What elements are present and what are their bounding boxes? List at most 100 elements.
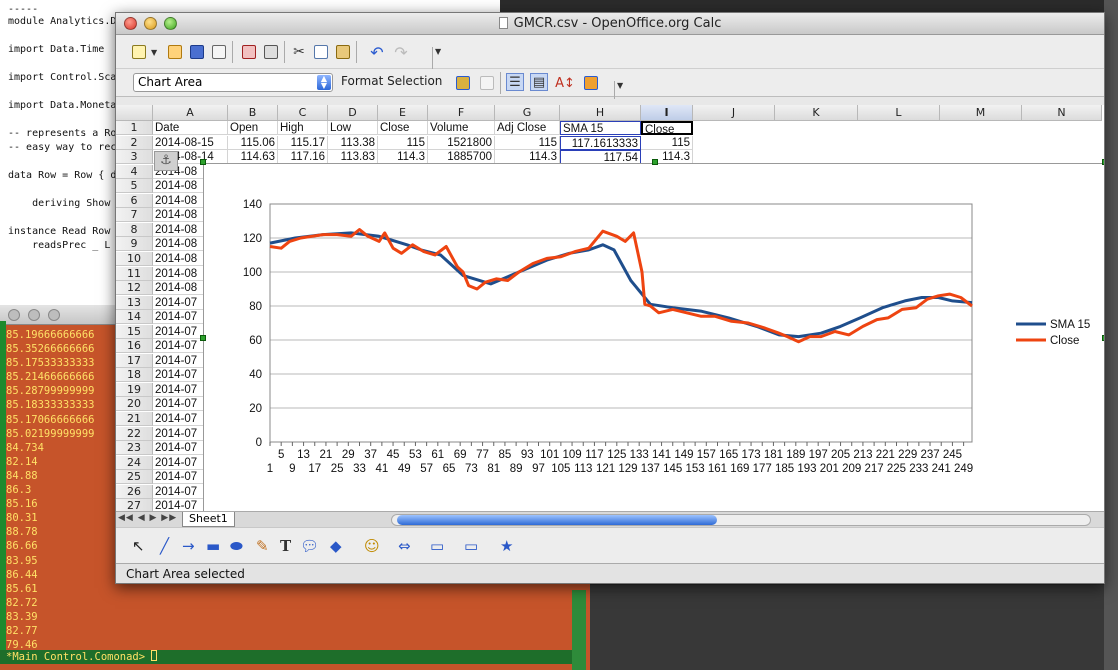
- column-header-i[interactable]: I: [641, 105, 693, 121]
- callout-icon[interactable]: 💬︎: [300, 538, 319, 554]
- row-header[interactable]: 13: [116, 295, 153, 310]
- column-header-m[interactable]: M: [940, 105, 1022, 121]
- terminal-zoom-button[interactable]: [48, 309, 60, 321]
- column-header-f[interactable]: F: [428, 105, 495, 121]
- freeform-icon[interactable]: ✎: [256, 538, 269, 554]
- row-header[interactable]: 21: [116, 412, 153, 426]
- new-dropdown-arrow[interactable]: ▼: [151, 48, 157, 57]
- series-line-sma-15[interactable]: [269, 231, 973, 338]
- row-header[interactable]: 26: [116, 484, 153, 499]
- series-line-close[interactable]: [269, 227, 973, 343]
- column-header-g[interactable]: G: [495, 105, 560, 121]
- column-header-d[interactable]: D: [328, 105, 378, 121]
- row-header[interactable]: 2: [116, 135, 153, 150]
- row-header[interactable]: 25: [116, 470, 153, 485]
- legend-on-off-icon[interactable]: ▤: [530, 73, 548, 91]
- horizontal-scrollbar[interactable]: [391, 514, 1091, 526]
- arrow-line-icon[interactable]: →: [182, 538, 195, 554]
- window-zoom-button[interactable]: [164, 17, 177, 30]
- column-header-e[interactable]: E: [378, 105, 428, 121]
- cell[interactable]: 113.38: [328, 135, 378, 150]
- print-button[interactable]: [262, 43, 280, 61]
- row-header[interactable]: 23: [116, 441, 153, 456]
- cell[interactable]: High: [278, 121, 328, 135]
- stars-icon[interactable]: ★: [500, 538, 513, 554]
- terminal-close-button[interactable]: [8, 309, 20, 321]
- data-table-icon[interactable]: [478, 74, 496, 92]
- toolbar2-overflow-arrow[interactable]: ▼: [614, 81, 623, 99]
- anchor-icon[interactable]: ⚓: [154, 151, 178, 171]
- row-header[interactable]: 16: [116, 339, 153, 354]
- copy-button[interactable]: [312, 43, 330, 61]
- cell[interactable]: 115.17: [278, 135, 328, 150]
- ellipse-icon[interactable]: ⬬: [230, 538, 243, 554]
- cell[interactable]: 115: [641, 135, 693, 150]
- column-header-b[interactable]: B: [228, 105, 278, 121]
- callouts-icon[interactable]: ▭: [464, 538, 478, 554]
- save-button[interactable]: [188, 43, 206, 61]
- cell[interactable]: 1521800: [428, 135, 495, 150]
- row-header[interactable]: 5: [116, 179, 153, 194]
- window-minimize-button[interactable]: [144, 17, 157, 30]
- cell[interactable]: Adj Close: [495, 121, 560, 135]
- flowchart-icon[interactable]: ▭: [430, 538, 444, 554]
- cell[interactable]: Low: [328, 121, 378, 135]
- title-bar[interactable]: GMCR.csv - OpenOffice.org Calc: [116, 13, 1104, 35]
- cell[interactable]: Date: [153, 121, 228, 135]
- paste-button[interactable]: [334, 43, 352, 61]
- column-header-c[interactable]: C: [278, 105, 328, 121]
- row-header[interactable]: 11: [116, 266, 153, 281]
- column-header-l[interactable]: L: [858, 105, 940, 121]
- cell[interactable]: Close: [378, 121, 428, 135]
- row-header[interactable]: 20: [116, 397, 153, 412]
- chart-object[interactable]: 0 20 40 60 80 100 120 140 5 13 21 29 37 45 53 61 69 77 85 9…: [200, 159, 1104, 515]
- cell[interactable]: 115.06: [228, 135, 278, 150]
- column-header-j[interactable]: J: [693, 105, 775, 121]
- row-header[interactable]: 17: [116, 353, 153, 368]
- row-header[interactable]: 15: [116, 324, 153, 339]
- cell[interactable]: Volume: [428, 121, 495, 135]
- rectangle-icon[interactable]: ▬: [206, 538, 220, 554]
- row-header[interactable]: 14: [116, 310, 153, 325]
- automatic-layout-icon[interactable]: [582, 74, 600, 92]
- cell[interactable]: 115: [495, 135, 560, 150]
- column-header-h[interactable]: H: [560, 105, 641, 121]
- row-header[interactable]: 3: [116, 150, 153, 165]
- calc-window[interactable]: GMCR.csv - OpenOffice.org Calc ▼ ✂ ↶ ↷ ▼…: [115, 12, 1105, 584]
- window-close-button[interactable]: [124, 17, 137, 30]
- sheet-navigation-buttons[interactable]: ◀◀ ◀ ▶ ▶▶: [118, 513, 177, 523]
- cell[interactable]: SMA 15: [560, 121, 641, 135]
- sheet-tab-sheet1[interactable]: Sheet1: [182, 512, 235, 527]
- terminal-prompt[interactable]: *Main Control.Comonad>: [0, 650, 580, 664]
- export-pdf-button[interactable]: [240, 43, 258, 61]
- new-document-button[interactable]: [130, 43, 148, 61]
- horizontal-scroll-thumb[interactable]: [397, 515, 717, 525]
- row-header[interactable]: 6: [116, 193, 153, 208]
- spreadsheet-grid[interactable]: A B C D E F G H I J K L M N 1 2 3 4 5 6 7 8 9 10 11 12 13 14 15 16 17 1…: [116, 105, 1104, 515]
- cell[interactable]: Open: [228, 121, 278, 135]
- cell[interactable]: 2014-08-15: [153, 135, 228, 150]
- cell[interactable]: 117.1613333: [560, 135, 641, 150]
- column-header-n[interactable]: N: [1022, 105, 1102, 121]
- symbol-shapes-icon[interactable]: ☺: [364, 538, 380, 554]
- text-tool-icon[interactable]: T: [280, 538, 291, 554]
- scale-text-icon[interactable]: A↕: [555, 74, 575, 92]
- basic-shapes-icon[interactable]: ◆: [330, 538, 342, 554]
- row-header[interactable]: 24: [116, 455, 153, 470]
- row-header[interactable]: 18: [116, 368, 153, 383]
- cell[interactable]: Close: [641, 121, 693, 135]
- select-all-corner[interactable]: [116, 105, 153, 121]
- row-header[interactable]: 22: [116, 426, 153, 441]
- row-header[interactable]: 7: [116, 208, 153, 223]
- undo-icon[interactable]: ↶: [368, 43, 386, 62]
- cell[interactable]: 115: [378, 135, 428, 150]
- row-header[interactable]: 10: [116, 251, 153, 266]
- cut-icon[interactable]: ✂: [290, 43, 308, 61]
- format-selection-button[interactable]: Format Selection: [341, 74, 442, 88]
- row-header[interactable]: 4: [116, 164, 153, 179]
- redo-icon[interactable]: ↷: [392, 43, 410, 62]
- horizontal-grids-icon[interactable]: ☰: [506, 73, 524, 91]
- row-header[interactable]: 8: [116, 222, 153, 237]
- terminal-minimize-button[interactable]: [28, 309, 40, 321]
- chart-element-select[interactable]: Chart Area ▲ ▼: [133, 73, 333, 92]
